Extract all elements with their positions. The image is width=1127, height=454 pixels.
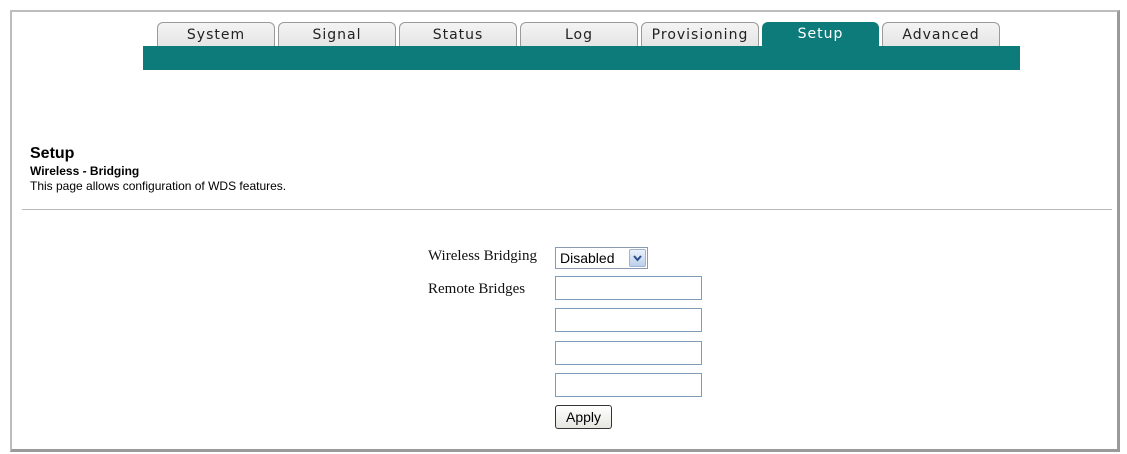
nav-accent-bar — [143, 46, 1020, 70]
tab-signal[interactable]: Signal — [278, 22, 396, 47]
remote-bridge-field-3[interactable] — [555, 341, 702, 365]
page-title: Setup — [30, 145, 75, 162]
tab-provisioning[interactable]: Provisioning — [641, 22, 759, 47]
remote-bridge-field-2[interactable] — [555, 308, 702, 332]
tab-system[interactable]: System — [157, 22, 275, 47]
wireless-bridging-label: Wireless Bridging — [428, 248, 537, 264]
header-divider — [22, 209, 1112, 210]
chevron-down-icon[interactable] — [629, 249, 646, 267]
page-description: This page allows configuration of WDS fe… — [30, 179, 287, 193]
tab-advanced[interactable]: Advanced — [882, 22, 1000, 47]
page-subtitle: Wireless - Bridging — [30, 164, 140, 178]
tab-status[interactable]: Status — [399, 22, 517, 47]
page-header: Setup Wireless - Bridging This page allo… — [30, 145, 286, 194]
remote-bridges-label: Remote Bridges — [428, 281, 526, 297]
tab-log[interactable]: Log — [520, 22, 638, 47]
tab-setup[interactable]: Setup — [762, 22, 879, 48]
wireless-bridging-select[interactable]: Disabled — [555, 247, 648, 269]
wireless-bridging-value: Disabled — [560, 250, 615, 266]
main-nav-tabs: System Signal Status Log Provisioning Se… — [143, 22, 1020, 70]
apply-button[interactable]: Apply — [555, 405, 612, 429]
remote-bridge-field-1[interactable] — [555, 276, 702, 300]
remote-bridge-field-4[interactable] — [555, 373, 702, 397]
